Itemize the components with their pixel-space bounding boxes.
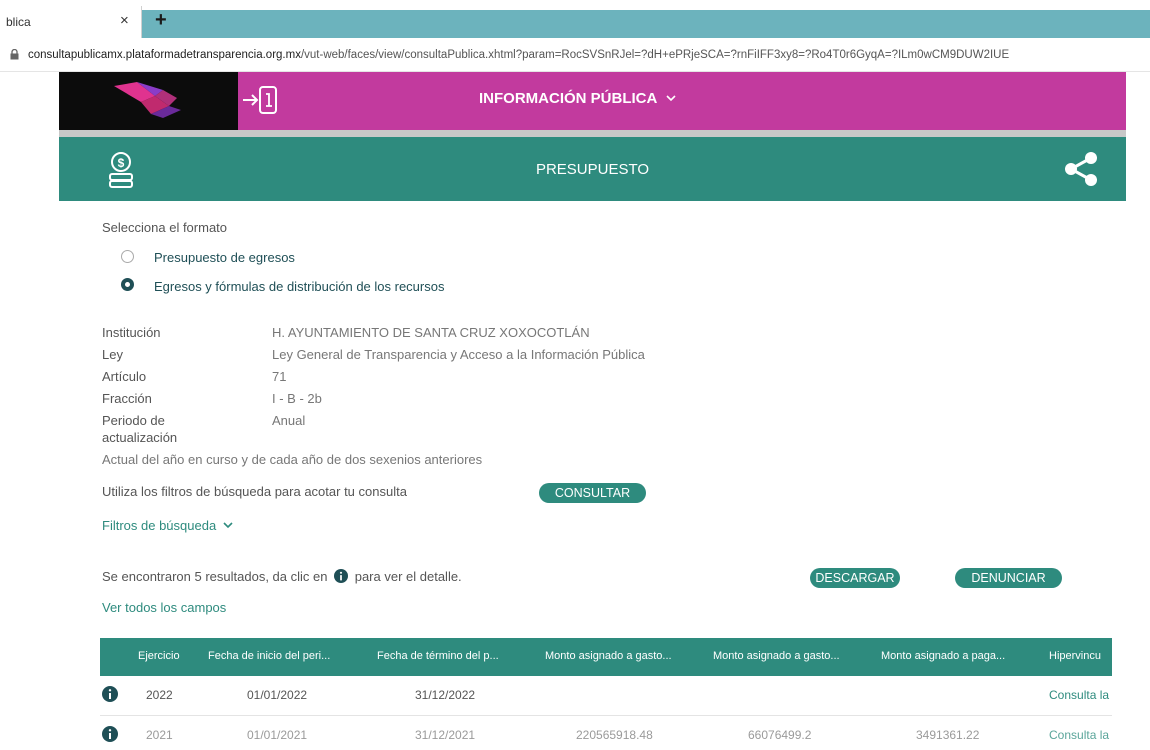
header-monto-3[interactable]: Monto asignado a paga... xyxy=(881,650,1005,662)
info-icon xyxy=(334,569,349,583)
menu-label: INFORMACIÓN PÚBLICA xyxy=(479,90,657,107)
header-fecha-termino[interactable]: Fecha de término del p... xyxy=(377,650,499,662)
logo-graphic xyxy=(114,82,181,118)
cell-fecha-inicio: 01/01/2021 xyxy=(247,728,308,742)
actualizacion-note: Actual del año en curso y de cada año de… xyxy=(102,452,483,467)
format-prompt: Selecciona el formato xyxy=(102,220,228,235)
ver-todos-campos-link[interactable]: Ver todos los campos xyxy=(102,600,226,615)
url-path: /vut-web/faces/view/consultaPublica.xhtm… xyxy=(300,49,1010,61)
cell-monto-3: 3491361.22 xyxy=(916,728,980,742)
url-domain: consultapublicamx.plataformadetransparen… xyxy=(28,49,301,61)
row-info-icon[interactable] xyxy=(102,726,118,742)
section-title: PRESUPUESTO xyxy=(535,161,650,178)
share-icon[interactable] xyxy=(1064,151,1098,187)
chevron-down-icon xyxy=(223,522,233,529)
institucion-label: Institución xyxy=(102,325,161,340)
periodo-label: Periodo de xyxy=(102,413,165,428)
fraccion-value: I - B - 2b xyxy=(272,391,322,406)
login-icon[interactable] xyxy=(241,84,279,116)
site-header: INFORMACIÓN PÚBLICA xyxy=(59,72,1126,130)
cell-fecha-termino: 31/12/2022 xyxy=(415,688,476,702)
descargar-button[interactable]: DESCARGAR xyxy=(810,568,900,588)
cell-ejercicio: 2021 xyxy=(146,728,173,742)
periodo-value: Anual xyxy=(272,413,306,428)
header-fecha-inicio[interactable]: Fecha de inicio del peri... xyxy=(208,650,330,662)
consultar-button[interactable]: CONSULTAR xyxy=(539,483,646,503)
ley-value: Ley General de Transparencia y Acceso a … xyxy=(272,347,645,362)
results-text-before: Se encontraron 5 resultados, da clic en xyxy=(102,569,328,584)
institucion-value: H. AYUNTAMIENTO DE SANTA CRUZ XOXOCOTLÁN xyxy=(272,325,590,340)
results-summary: Se encontraron 5 resultados, da clic en … xyxy=(102,569,462,584)
header-monto-1[interactable]: Monto asignado a gasto... xyxy=(545,650,672,662)
fraccion-label: Fracción xyxy=(102,391,152,406)
table-row: 2021 01/01/2021 31/12/2021 220565918.48 … xyxy=(100,716,1112,750)
lock-icon xyxy=(10,49,19,60)
table-header: Ejercicio Fecha de inicio del peri... Fe… xyxy=(100,638,1112,676)
tab-title: blica xyxy=(6,15,31,29)
browser-tab[interactable]: blica × xyxy=(0,6,142,38)
radio-label-egresos[interactable]: Egresos y fórmulas de distribución de lo… xyxy=(154,279,444,294)
filtros-busqueda-toggle[interactable]: Filtros de búsqueda xyxy=(102,518,234,533)
informacion-publica-menu[interactable]: INFORMACIÓN PÚBLICA xyxy=(479,90,677,107)
chevron-down-icon xyxy=(666,95,676,102)
articulo-value: 71 xyxy=(272,369,287,384)
articulo-label: Artículo xyxy=(102,369,147,384)
denunciar-button[interactable]: DENUNCIAR xyxy=(955,568,1062,588)
ley-label: Ley xyxy=(102,347,123,362)
results-text-after: para ver el detalle. xyxy=(354,569,462,584)
radio-presupuesto-egresos[interactable] xyxy=(121,250,134,263)
cell-monto-2: 66076499.2 xyxy=(748,728,812,742)
radio-label-presupuesto[interactable]: Presupuesto de egresos xyxy=(154,250,295,265)
periodo-label-2: actualización xyxy=(102,430,178,445)
site-logo[interactable] xyxy=(59,72,238,130)
url-text[interactable]: consultapublicamx.plataformadetransparen… xyxy=(28,49,1148,61)
tab-close-icon[interactable]: × xyxy=(120,12,129,29)
cell-hipervinculo-link[interactable]: Consulta la xyxy=(1049,688,1109,702)
filters-hint: Utiliza los filtros de búsqueda para aco… xyxy=(102,484,407,499)
address-bar[interactable]: consultapublicamx.plataformadetransparen… xyxy=(0,38,1150,72)
header-divider xyxy=(59,130,1126,137)
filtros-label: Filtros de búsqueda xyxy=(102,518,217,533)
cell-hipervinculo-link[interactable]: Consulta la xyxy=(1049,728,1109,742)
header-hipervinculo[interactable]: Hipervincu xyxy=(1049,650,1101,662)
section-bar: $ PRESUPUESTO xyxy=(59,137,1126,201)
table-row: 2022 01/01/2022 31/12/2022 Consulta la xyxy=(100,676,1112,716)
header-ejercicio[interactable]: Ejercicio xyxy=(138,650,180,662)
browser-tabbar: blica × + xyxy=(0,0,1150,38)
row-info-icon[interactable] xyxy=(102,686,118,702)
cell-fecha-termino: 31/12/2021 xyxy=(415,728,476,742)
cell-monto-1: 220565918.48 xyxy=(576,728,653,742)
cell-fecha-inicio: 01/01/2022 xyxy=(247,688,308,702)
header-monto-2[interactable]: Monto asignado a gasto... xyxy=(713,650,840,662)
cell-ejercicio: 2022 xyxy=(146,688,173,702)
tab-strip xyxy=(142,10,1150,38)
radio-egresos-formulas[interactable] xyxy=(121,278,134,291)
new-tab-icon[interactable]: + xyxy=(155,9,167,32)
